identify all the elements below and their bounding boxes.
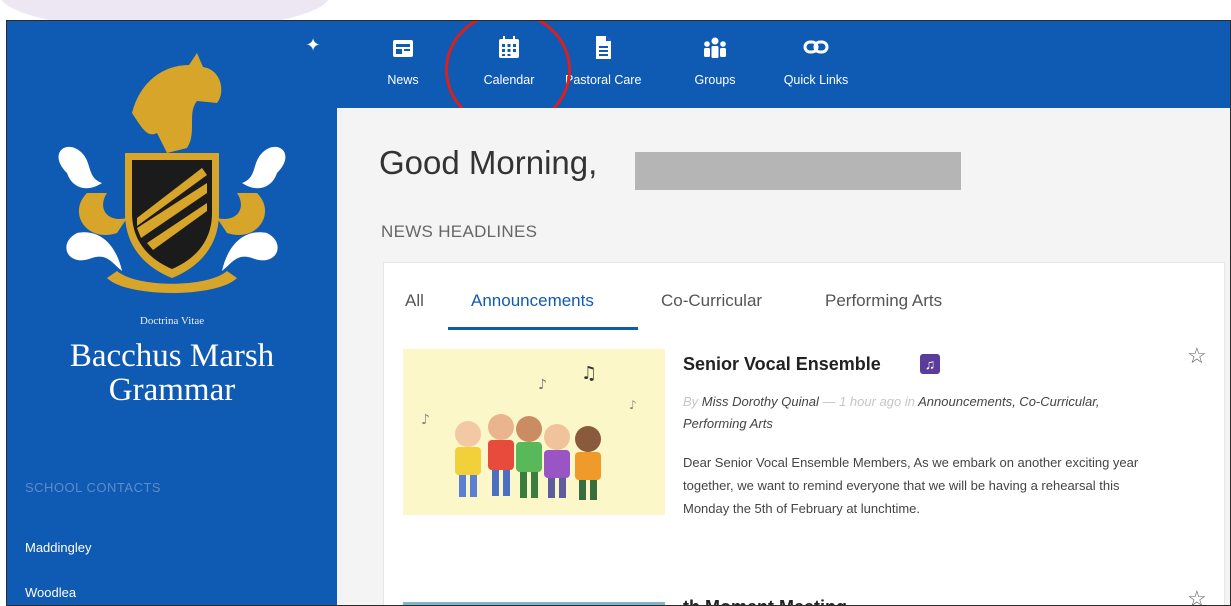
tab-co-curricular[interactable]: Co-Curricular — [661, 291, 762, 311]
byline-by: By — [683, 394, 699, 409]
nav-pastoral-care-label: Pastoral Care — [565, 73, 642, 87]
favourite-star-icon-2[interactable]: ☆ — [1187, 586, 1207, 605]
post-thumbnail-2[interactable] — [403, 602, 665, 605]
pin-icon[interactable]: ✦ — [303, 35, 323, 55]
post-excerpt: Dear Senior Vocal Ensemble Members, As w… — [683, 455, 1139, 516]
school-contacts-heading: SCHOOL CONTACTS — [25, 480, 162, 495]
contact-link-woodlea[interactable]: Woodlea — [25, 585, 76, 600]
post-author[interactable]: Miss Dorothy Quinal — [702, 394, 819, 409]
post-title[interactable]: Senior Vocal Ensemble — [683, 354, 881, 375]
school-name-line-1: Bacchus Marsh — [69, 338, 275, 374]
svg-text:♪: ♪ — [421, 412, 430, 428]
tab-announcements[interactable]: Announcements — [471, 291, 594, 311]
favourite-star-icon[interactable]: ☆ — [1187, 343, 1207, 369]
contact-link-maddingley[interactable]: Maddingley — [25, 540, 92, 555]
svg-text:♪: ♪ — [538, 377, 547, 393]
groups-icon — [704, 37, 726, 58]
school-crest-logo — [58, 53, 286, 293]
nav-pastoral-care[interactable]: Pastoral Care — [565, 33, 641, 97]
nav-news-label: News — [387, 73, 419, 87]
news-icon — [393, 40, 413, 57]
news-card: All Announcements Co-Curricular Performi… — [383, 262, 1225, 605]
nav-groups-label: Groups — [694, 73, 736, 87]
svg-text:♪: ♪ — [629, 398, 637, 412]
nav-groups[interactable]: Groups — [687, 33, 743, 97]
link-icon — [803, 40, 829, 54]
post-thumbnail[interactable]: ♫ ♪ ♪ ♪ — [403, 349, 665, 515]
school-name-line-2: Grammar — [108, 372, 236, 408]
tab-performing-arts[interactable]: Performing Arts — [825, 291, 942, 311]
nav-news[interactable]: News — [383, 33, 423, 97]
singing-children-image: ♫ ♪ ♪ ♪ — [421, 363, 637, 500]
tab-all[interactable]: All — [405, 291, 424, 311]
sidebar: ✦ Doctrina Vitae Bacchus Marsh Grammar S… — [7, 21, 337, 605]
nav-quick-links[interactable]: Quick Links — [777, 33, 855, 97]
post-byline: By Miss Dorothy Quinal — 1 hour ago in A… — [683, 391, 1153, 435]
redacted-user-name — [635, 152, 961, 190]
post-time: — 1 hour ago in — [822, 394, 915, 409]
app-window: ✦ Doctrina Vitae Bacchus Marsh Grammar S… — [6, 20, 1231, 606]
main-content: Good Morning, NEWS HEADLINES All Announc… — [343, 108, 1230, 605]
school-motto: Doctrina Vitae — [139, 315, 205, 327]
music-note-icon: ♫ — [920, 354, 940, 374]
active-tab-indicator — [448, 327, 638, 330]
svg-text:♫: ♫ — [581, 363, 597, 384]
news-headlines-heading: NEWS HEADLINES — [381, 222, 538, 241]
greeting-text: Good Morning, — [379, 144, 598, 181]
nav-quick-links-label: Quick Links — [783, 73, 849, 87]
school-name: Bacchus Marsh Grammar — [7, 339, 337, 407]
document-icon — [596, 36, 611, 59]
post-title-2[interactable]: th Moment Meeting — [683, 597, 847, 605]
